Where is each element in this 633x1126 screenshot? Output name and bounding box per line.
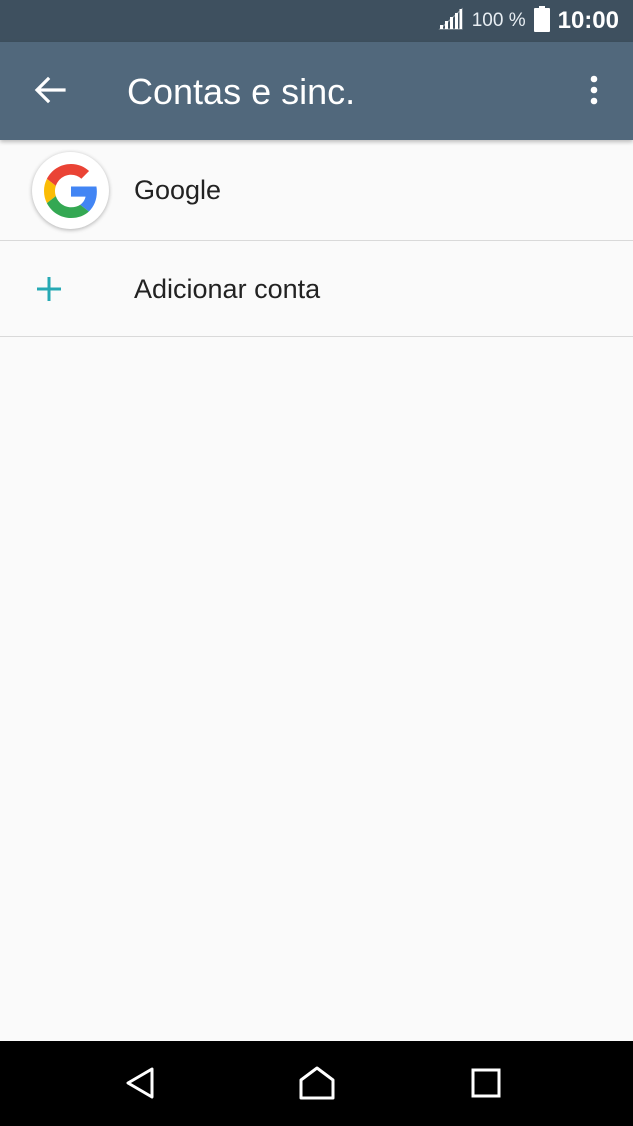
back-button[interactable] [30, 72, 70, 112]
signal-icon [438, 7, 464, 36]
overflow-menu-icon [589, 75, 599, 110]
nav-back-button[interactable] [118, 1063, 162, 1107]
back-triangle-icon [124, 1066, 156, 1105]
home-icon [298, 1065, 336, 1106]
add-account-button[interactable]: Adicionar conta [0, 241, 633, 337]
app-bar: Contas e sinc. [0, 42, 633, 140]
battery-percent: 100 % [471, 10, 526, 31]
nav-recents-button[interactable] [464, 1063, 508, 1107]
status-indicators: 100 % 10:00 [438, 0, 619, 42]
status-bar: 100 % 10:00 [0, 0, 633, 42]
google-logo-icon [32, 152, 109, 229]
account-label: Google [134, 175, 222, 205]
back-arrow-icon [34, 76, 66, 109]
nav-home-button[interactable] [295, 1063, 339, 1107]
account-item-google[interactable]: Google [0, 140, 633, 241]
add-account-label: Adicionar conta [134, 274, 321, 304]
navigation-bar [0, 1041, 633, 1126]
plus-icon [35, 275, 63, 303]
accounts-list: Google Adicionar conta [0, 140, 633, 337]
clock: 10:00 [557, 7, 619, 34]
page-title: Contas e sinc. [127, 71, 356, 112]
overflow-menu-button[interactable] [574, 72, 614, 112]
battery-icon [533, 5, 550, 37]
recents-square-icon [471, 1068, 501, 1103]
